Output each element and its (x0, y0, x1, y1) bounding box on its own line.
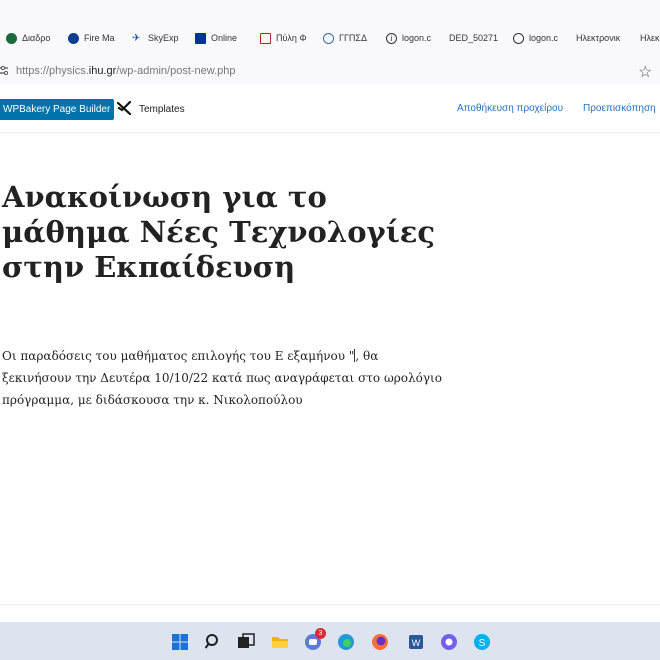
bookmark-label: logon.c (529, 33, 559, 43)
chat-notification-badge: 3 (315, 628, 326, 639)
bookmark-label: Πύλη Φ (276, 33, 307, 43)
info-icon: i (386, 32, 397, 44)
bookmark-item[interactable]: Διαδρο (6, 30, 56, 46)
preview-button[interactable]: Προεπισκόπηση (583, 103, 656, 114)
document-icon (260, 32, 271, 44)
save-draft-button[interactable]: Αποθήκευση προχείρου (457, 103, 563, 114)
url-text[interactable]: https://physics.ihu.gr/wp-admin/post-new… (16, 65, 236, 77)
bookmark-item[interactable]: Fire Ma (68, 30, 118, 46)
bookmark-item[interactable]: Ηλεκ (640, 30, 660, 46)
bookmark-label: SkyExp (148, 33, 179, 43)
bookmark-item[interactable]: i logon.c (386, 30, 436, 46)
page-info-icon[interactable] (0, 64, 10, 78)
c-circle-icon (6, 32, 17, 44)
word-icon[interactable]: W (406, 632, 426, 652)
bookmark-label: ΓΓΠΣΔ (339, 33, 367, 43)
svg-text:W: W (412, 638, 421, 648)
windows-start-icon[interactable] (170, 632, 190, 652)
wpbakery-page-builder-button[interactable]: WPBakery Page Builder (0, 99, 115, 120)
bookmark-item[interactable]: DED_50271 (449, 30, 499, 46)
bookmark-label: Ηλεκ (640, 33, 660, 43)
address-bar[interactable]: https://physics.ihu.gr/wp-admin/post-new… (0, 60, 660, 84)
bookmark-star-icon[interactable]: ☆ (638, 62, 652, 82)
bookmark-label: Ηλεκτρονικ (576, 33, 621, 43)
plane-icon: ✈ (132, 32, 141, 44)
bookmark-item[interactable]: Online (195, 30, 245, 46)
taskbar: W S (0, 622, 660, 660)
eu-flag-icon (195, 32, 206, 44)
bookmark-label: Διαδρο (22, 33, 51, 43)
nasa-icon (68, 32, 79, 44)
post-title[interactable]: Ανακοίνωση για το μάθημα Νέες Τεχνολογίε… (2, 180, 442, 285)
bookmark-item[interactable]: ✈ SkyExp (132, 30, 182, 46)
bookmark-label: DED_50271 (449, 33, 499, 43)
edge-icon[interactable] (336, 632, 356, 652)
search-icon[interactable] (203, 632, 223, 652)
firefox-icon[interactable] (370, 632, 390, 652)
svg-text:S: S (479, 638, 486, 649)
url-host: ihu.gr (88, 65, 117, 77)
bookmark-label: logon.c (402, 33, 432, 43)
post-paragraph[interactable]: Οι παραδόσεις του μαθήματος επιλογής του… (2, 345, 442, 411)
bookmark-item[interactable]: ΓΓΠΣΔ (323, 30, 371, 46)
bookmarks-bar: Διαδρο Fire Ma ✈ SkyExp Online Πύλη Φ ΓΓ… (0, 0, 660, 60)
bookmark-item[interactable]: Ηλεκτρονικ (576, 30, 626, 46)
bookmark-label: Fire Ma (84, 33, 115, 43)
url-prefix: https://physics. (16, 65, 89, 77)
bookmark-label: Online (211, 33, 238, 43)
skype-icon[interactable]: S (472, 632, 492, 652)
bookmark-item[interactable]: logon.c (513, 30, 563, 46)
templates-icon[interactable] (116, 100, 132, 116)
templates-button[interactable]: Templates (139, 104, 185, 115)
editor-toolbar: WPBakery Page Builder Templates Αποθήκευ… (0, 85, 660, 133)
bookmark-item[interactable]: Πύλη Φ (260, 30, 308, 46)
emblem-icon (323, 32, 334, 44)
divider (0, 604, 660, 605)
task-view-icon[interactable] (236, 632, 256, 652)
paragraph-text-before-caret: Οι παραδόσεις του μαθήματος επιλογής του… (2, 349, 355, 363)
viber-icon[interactable] (439, 632, 459, 652)
url-path: /wp-admin/post-new.php (116, 65, 236, 77)
file-explorer-icon[interactable] (270, 632, 290, 652)
globe-icon (513, 32, 524, 44)
